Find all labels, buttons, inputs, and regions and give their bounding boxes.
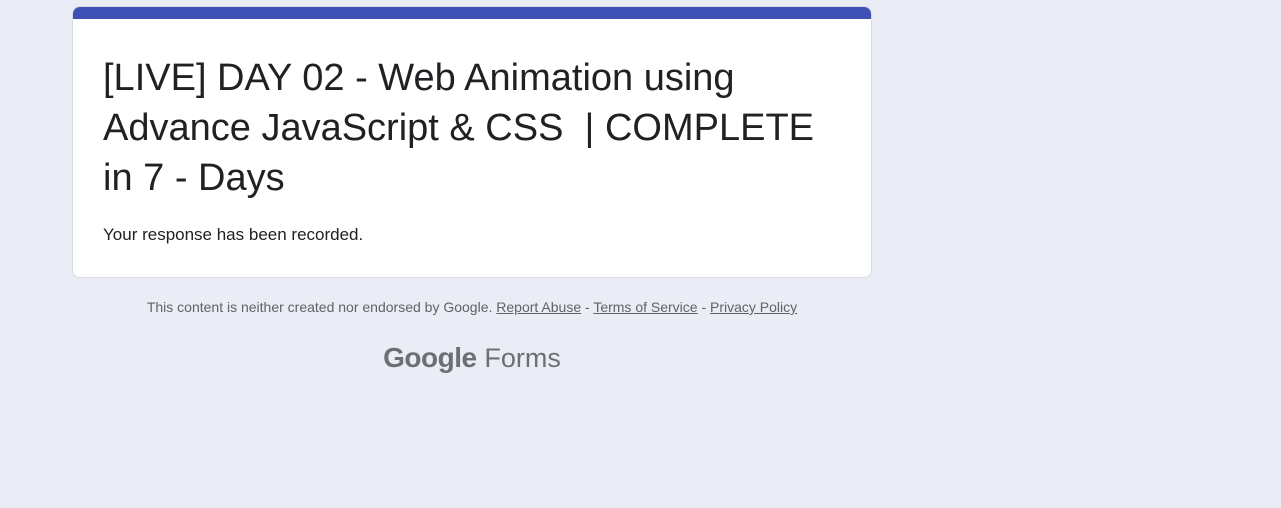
form-card: [LIVE] DAY 02 - Web Animation using Adva… [72, 6, 872, 278]
footer-disclaimer: This content is neither created nor endo… [72, 297, 872, 317]
separator: - [701, 299, 707, 315]
disclaimer-text: This content is neither created nor endo… [146, 299, 493, 315]
card-accent-bar [73, 7, 871, 19]
google-wordmark: Google [383, 342, 477, 373]
separator: - [585, 299, 590, 315]
google-forms-logo[interactable]: Google Forms [72, 340, 872, 376]
report-abuse-link[interactable]: Report Abuse [496, 299, 581, 315]
confirmation-message: Your response has been recorded. [103, 225, 364, 244]
form-title: [LIVE] DAY 02 - Web Animation using Adva… [103, 57, 825, 199]
forms-wordmark: Forms [484, 343, 561, 373]
privacy-policy-link[interactable]: Privacy Policy [710, 299, 797, 315]
terms-of-service-link[interactable]: Terms of Service [593, 299, 697, 315]
